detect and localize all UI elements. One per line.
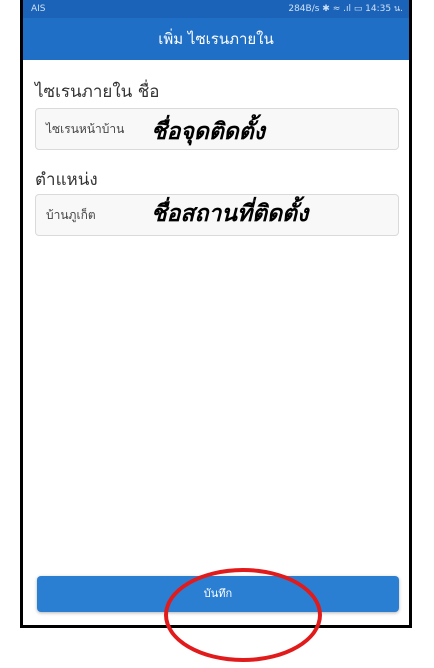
save-button-label: บันทึก [203,587,233,600]
app-bar: เพิ่ม ไซเรนภายใน [23,18,409,60]
name-field-value: ไซเรนหน้าบ้าน [46,122,125,136]
save-button[interactable]: บันทึก [37,576,399,612]
location-label: ตำแหน่ง [35,170,98,190]
carrier-label: AIS [31,4,46,14]
status-icons: 284B/s ✱ ≈ .ıl ▭ 14:35 น. [288,4,403,14]
location-annotation: ชื่อสถานที่ติดตั้ง [151,201,309,227]
status-bar: AIS 284B/s ✱ ≈ .ıl ▭ 14:35 น. [23,0,409,18]
name-annotation: ชื่อจุดติดตั้ง [151,119,265,145]
name-label: ไซเรนภายใน ชื่อ [35,82,160,102]
location-field-value: บ้านภูเก็ต [46,208,96,222]
phone-screen: AIS 284B/s ✱ ≈ .ıl ▭ 14:35 น. เพิ่ม ไซเร… [20,0,412,628]
page-title: เพิ่ม ไซเรนภายใน [158,30,274,48]
